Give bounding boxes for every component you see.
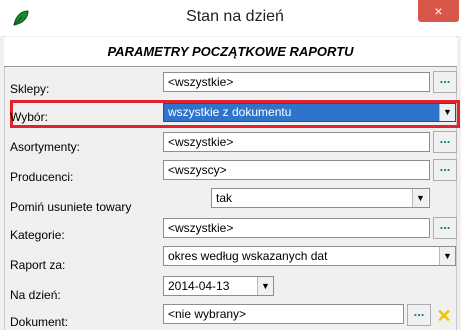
section-header: PARAMETRY POCZĄTKOWE RAPORTU: [4, 37, 457, 67]
asortymenty-label: Asortymenty:: [10, 140, 81, 154]
dokument-field[interactable]: <nie wybrany>: [163, 304, 404, 324]
raport-za-dropdown-chevron-down-icon[interactable]: ▼: [439, 247, 455, 265]
pomin-label: Pomiń usuniete towary: [10, 200, 132, 214]
close-button[interactable]: ×: [418, 0, 459, 22]
sklepy-browse-button[interactable]: ...: [433, 71, 457, 93]
asortymenty-browse-button[interactable]: ...: [433, 131, 457, 153]
title-bar: Stan na dzień ×: [0, 0, 461, 36]
pomin-dropdown-chevron-down-icon[interactable]: ▼: [412, 189, 428, 207]
dokument-clear-x-icon[interactable]: ✕: [434, 306, 454, 326]
dokument-browse-button[interactable]: ...: [407, 304, 431, 326]
raport-za-select[interactable]: okres według wskazanych dat: [163, 246, 456, 266]
na-dzien-dropdown-chevron-down-icon[interactable]: ▼: [257, 277, 273, 295]
kategorie-browse-button[interactable]: ...: [433, 217, 457, 239]
kategorie-label: Kategorie:: [10, 228, 65, 242]
asortymenty-field[interactable]: <wszystkie>: [163, 132, 430, 152]
sklepy-label: Sklepy:: [10, 82, 50, 96]
producenci-browse-button[interactable]: ...: [433, 159, 457, 181]
wybor-label: Wybór:: [10, 110, 48, 124]
producenci-label: Producenci:: [10, 170, 74, 184]
raport-za-label: Raport za:: [10, 258, 66, 272]
pomin-select[interactable]: tak: [211, 188, 430, 208]
producenci-field[interactable]: <wszyscy>: [163, 160, 430, 180]
wybor-dropdown-chevron-down-icon[interactable]: ▼: [439, 104, 455, 121]
sklepy-field[interactable]: <wszystkie>: [163, 72, 430, 92]
window-title: Stan na dzień: [186, 8, 284, 25]
kategorie-field[interactable]: <wszystkie>: [163, 218, 430, 238]
na-dzien-label: Na dzień:: [10, 288, 61, 302]
dokument-label: Dokument:: [10, 315, 69, 329]
wybor-select[interactable]: wszystkie z dokumentu: [163, 103, 456, 122]
app-leaf-icon: [13, 10, 29, 26]
